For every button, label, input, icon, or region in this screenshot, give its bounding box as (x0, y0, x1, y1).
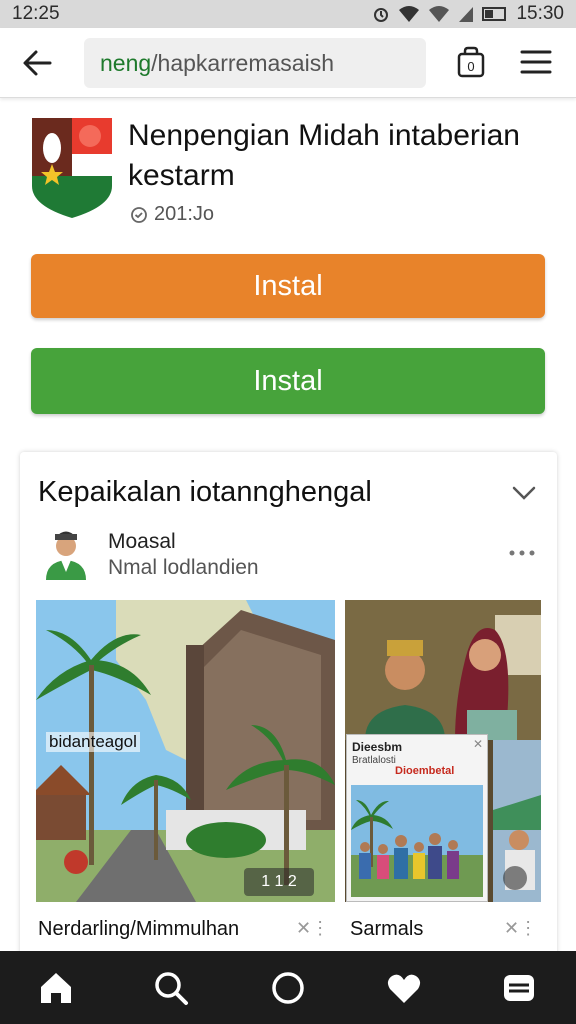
alarm-icon (374, 8, 389, 22)
overlay-preview-card[interactable]: Dieesbm Bratlalosti Dioembetal ✕ (346, 734, 488, 902)
app-meta: 201:Jo (130, 203, 214, 226)
group-photo (351, 785, 483, 897)
status-clock: 15:30 (516, 3, 564, 24)
feed-title: Kepaikalan iotannghengal (38, 476, 372, 508)
image-caption: bidanteagol (46, 732, 140, 752)
dismiss-icon-right[interactable]: ✕⋮ (504, 918, 537, 939)
status-icons: 15:30 (372, 3, 564, 25)
install-button-primary[interactable]: Instal (31, 254, 545, 318)
clock-icon (131, 206, 147, 223)
url-domain: neng (100, 50, 152, 76)
feed-card: Kepaikalan iotannghengal Moasal Nmal lod… (20, 452, 557, 972)
overlay-title: Dieesbm (352, 740, 403, 754)
chevron-down-icon[interactable] (511, 484, 537, 502)
url-field[interactable]: neng/hapkarremasaish (84, 38, 426, 88)
status-bar: 12:25 15:30 (0, 0, 576, 28)
circle-icon[interactable] (269, 969, 307, 1007)
tab-count: 0 (467, 59, 474, 74)
author-subtitle: Nmal lodlandien (108, 556, 259, 579)
status-time: 12:25 (12, 3, 60, 24)
menu-box-icon[interactable] (500, 969, 538, 1007)
app-logo (32, 118, 112, 218)
app-title: Nenpengian Midah intaberian kestarm (128, 119, 520, 192)
wifi-icon (399, 6, 420, 22)
hamburger-menu-icon[interactable] (520, 48, 552, 76)
post-label-left[interactable]: Nerdarling/Mimmulhan (38, 918, 239, 941)
signal-icon (429, 6, 450, 22)
close-icon[interactable]: ✕ (473, 737, 483, 751)
browser-toolbar: neng/hapkarremasaish 0 (0, 28, 576, 98)
overlay-subtitle: Bratlalosti (352, 755, 396, 766)
tab-switcher-icon[interactable]: 0 (456, 46, 486, 78)
dismiss-icon[interactable]: ✕⋮ (296, 918, 329, 939)
home-icon[interactable] (37, 969, 75, 1007)
author-name: Moasal (108, 530, 176, 553)
back-arrow-icon[interactable] (20, 46, 56, 80)
install-button-secondary[interactable]: Instal (31, 348, 545, 414)
cell-signal-icon (459, 7, 474, 22)
avatar[interactable] (44, 526, 88, 580)
battery-icon (482, 7, 507, 21)
url-path: /hapkarremasaish (151, 50, 334, 76)
overlay-highlight: Dioembetal (395, 765, 455, 777)
bottom-navigation (0, 951, 576, 1024)
heart-icon[interactable] (385, 969, 423, 1007)
more-options-icon[interactable] (509, 548, 535, 558)
post-label-right[interactable]: Sarmals (350, 918, 423, 941)
app-meta-text: 201:Jo (154, 203, 215, 225)
image-count-badge: 1 1 2 (244, 868, 314, 896)
search-icon[interactable] (152, 969, 190, 1007)
